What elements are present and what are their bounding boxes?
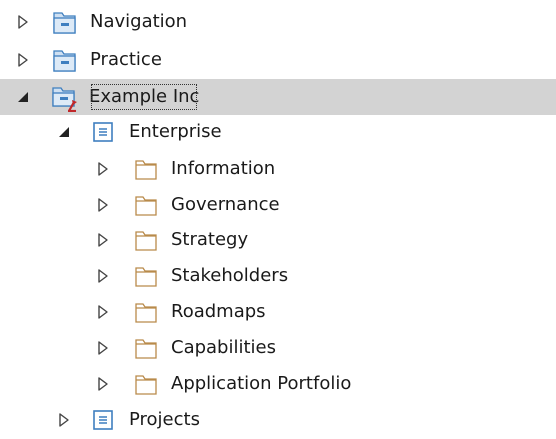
tree-node-label: Example Inc [86,79,202,115]
expand-arrow-icon[interactable] [14,13,32,31]
folder-icon [131,369,161,399]
tree-node-label: Governance [171,194,280,215]
tree-node-example-inc[interactable]: Example Inc [0,79,556,115]
tree-node-label: Roadmaps [171,301,266,322]
tree-node-label: Enterprise [129,121,222,142]
expand-arrow-icon[interactable] [94,267,112,285]
tree-node-governance[interactable]: Governance [0,187,556,223]
tree-node-strategy[interactable]: Strategy [0,222,556,258]
project-browser-tree: Navigation Practice Example Inc Enterpri… [0,0,556,439]
expand-arrow-icon[interactable] [94,231,112,249]
expand-arrow-icon[interactable] [94,196,112,214]
collapse-arrow-icon[interactable] [55,123,73,141]
tree-node-label: Projects [129,409,200,430]
tree-node-label: Navigation [90,11,188,32]
view-package-icon [88,405,118,435]
expand-arrow-icon[interactable] [94,303,112,321]
folder-icon [131,261,161,291]
tree-node-label: Application Portfolio [171,373,352,394]
tree-node-label: Capabilities [171,337,276,358]
tree-node-roadmaps[interactable]: Roadmaps [0,294,556,330]
folder-icon [131,297,161,327]
tree-node-enterprise[interactable]: Enterprise [0,114,556,150]
tree-node-stakeholders[interactable]: Stakeholders [0,258,556,294]
folder-icon [131,225,161,255]
expand-arrow-icon[interactable] [94,339,112,357]
tree-node-label: Stakeholders [171,265,289,286]
tree-node-projects[interactable]: Projects [0,402,556,438]
tree-node-application-portfolio[interactable]: Application Portfolio [0,366,556,402]
model-package-icon [49,82,79,112]
tree-node-practice[interactable]: Practice [0,42,556,78]
tree-node-capabilities[interactable]: Capabilities [0,330,556,366]
tree-node-navigation[interactable]: Navigation [0,4,556,40]
folder-icon [131,333,161,363]
folder-icon [131,190,161,220]
tree-node-label: Strategy [171,229,249,250]
expand-arrow-icon[interactable] [94,375,112,393]
collapse-arrow-icon[interactable] [14,88,32,106]
tree-node-information[interactable]: Information [0,151,556,187]
expand-arrow-icon[interactable] [94,160,112,178]
folder-icon [131,154,161,184]
package-icon [49,7,79,37]
tree-node-label: Information [171,158,276,179]
view-package-icon [88,117,118,147]
package-icon [49,45,79,75]
tree-node-label: Practice [90,49,162,70]
expand-arrow-icon[interactable] [55,411,73,429]
expand-arrow-icon[interactable] [14,51,32,69]
